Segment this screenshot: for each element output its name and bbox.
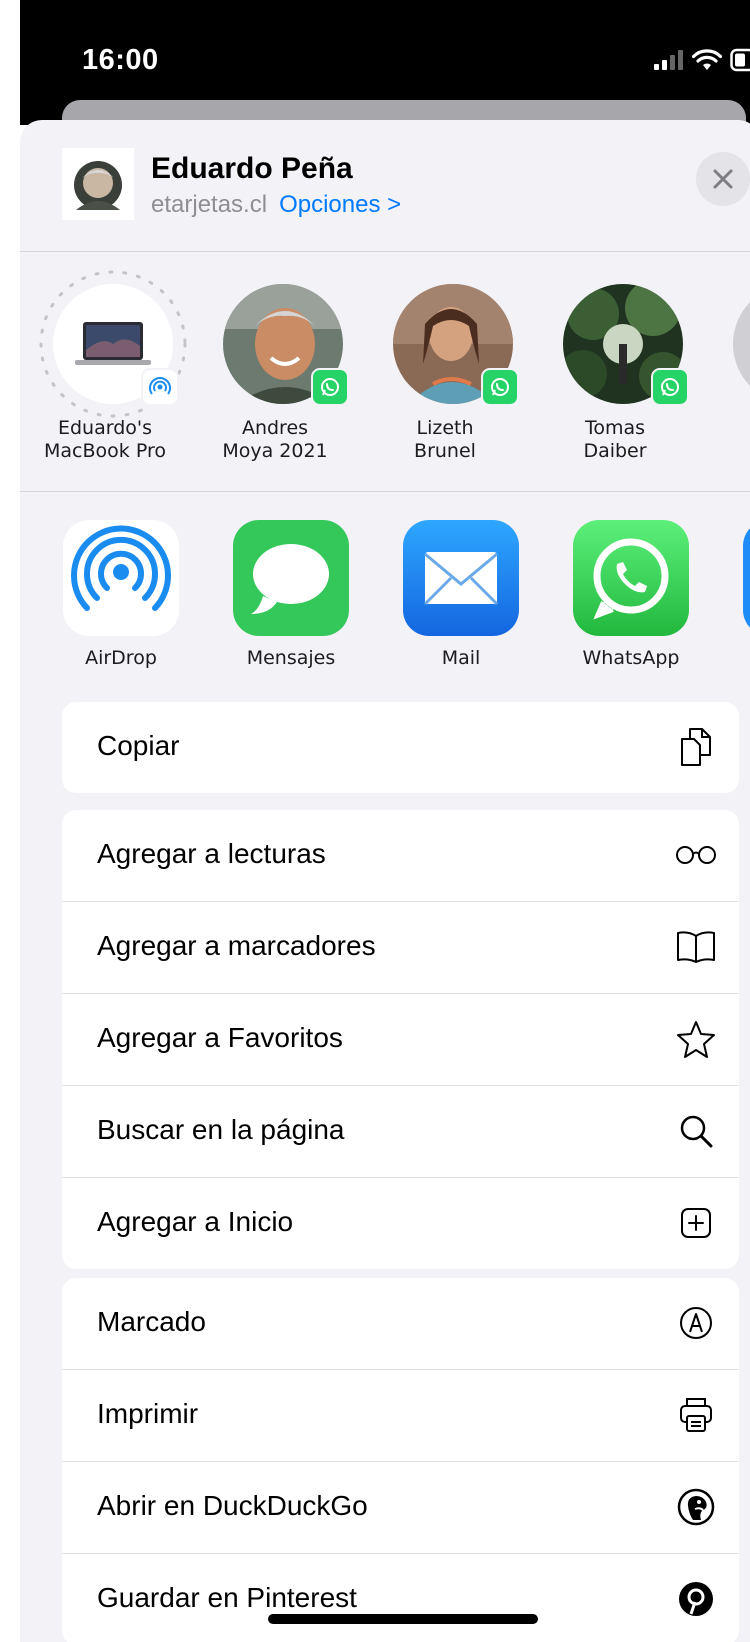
- action-label: Abrir en DuckDuckGo: [97, 1490, 368, 1521]
- action-label: Guardar en Pinterest: [97, 1582, 357, 1613]
- contact-name: Andres Moya 2021: [222, 417, 328, 462]
- action-label: Marcado: [97, 1306, 206, 1337]
- action-label: Agregar a marcadores: [97, 930, 376, 961]
- contact-lizeth[interactable]: Lizeth Brunel: [360, 251, 530, 491]
- duckduckgo-icon: [677, 1488, 715, 1526]
- airdrop-icon: [149, 377, 171, 395]
- action-agregar-lecturas[interactable]: Agregar a lecturas: [62, 810, 739, 902]
- add-square-icon: [681, 1208, 711, 1238]
- action-agregar-marcadores[interactable]: Agregar a marcadores: [62, 902, 739, 994]
- close-icon: [713, 169, 733, 189]
- app-label: Mail: [441, 647, 481, 669]
- app-label: WhatsApp: [582, 647, 680, 669]
- page-domain: etarjetas.cl: [151, 191, 268, 218]
- app-whatsapp[interactable]: WhatsApp: [538, 520, 708, 680]
- airdrop-icon: [71, 525, 171, 611]
- contact-andres[interactable]: Andres Moya 2021: [190, 251, 360, 491]
- contact-tomas[interactable]: Tomas Daiber: [530, 251, 700, 491]
- battery-icon: [730, 48, 750, 72]
- contact-name: Tomas Daiber: [583, 417, 647, 462]
- whatsapp-badge: [651, 368, 689, 406]
- whatsapp-icon: [661, 378, 679, 396]
- contact-partial[interactable]: [700, 251, 750, 491]
- app-mail[interactable]: Mail: [368, 520, 538, 680]
- status-icons: [654, 46, 750, 74]
- contact-name: Eduardo's MacBook Pro: [44, 417, 166, 462]
- home-indicator[interactable]: [268, 1614, 538, 1624]
- action-group-3: Marcado Imprimir Abrir en DuckDuckGo Gua…: [62, 1278, 739, 1642]
- pinterest-icon: [679, 1582, 713, 1616]
- action-marcado[interactable]: Marcado: [62, 1278, 739, 1370]
- mail-icon: [423, 552, 499, 606]
- printer-icon: [680, 1398, 712, 1432]
- action-label: Agregar a lecturas: [97, 838, 326, 869]
- whatsapp-badge: [311, 368, 349, 406]
- wifi-icon: [692, 49, 722, 70]
- close-button[interactable]: [696, 152, 750, 206]
- contact-name: Lizeth Brunel: [414, 417, 476, 462]
- action-buscar-pagina[interactable]: Buscar en la página: [62, 1086, 739, 1178]
- whatsapp-icon: [593, 538, 669, 620]
- avatar: [733, 284, 750, 404]
- app-mensajes[interactable]: Mensajes: [198, 520, 368, 680]
- page-subtitle: etarjetas.cl Opciones >: [151, 191, 401, 219]
- action-guardar-pinterest[interactable]: Guardar en Pinterest: [62, 1554, 739, 1642]
- action-agregar-inicio[interactable]: Agregar a Inicio: [62, 1178, 739, 1269]
- status-time: 16:00: [82, 44, 159, 76]
- whatsapp-icon: [321, 378, 339, 396]
- star-icon: [677, 1021, 715, 1058]
- action-label: Imprimir: [97, 1398, 199, 1429]
- app-partial[interactable]: [708, 520, 750, 680]
- action-imprimir[interactable]: Imprimir: [62, 1370, 739, 1462]
- whatsapp-badge: [481, 368, 519, 406]
- share-header: Eduardo Peña etarjetas.cl Opciones >: [20, 120, 750, 252]
- action-label: Copiar: [97, 730, 180, 761]
- share-sheet-screen: 16:00 Eduardo Peña etarjetas.cl Opciones…: [0, 0, 750, 1642]
- action-abrir-duckduckgo[interactable]: Abrir en DuckDuckGo: [62, 1462, 739, 1554]
- action-label: Buscar en la página: [97, 1114, 345, 1145]
- book-icon: [677, 931, 715, 963]
- whatsapp-icon: [491, 378, 509, 396]
- app-airdrop[interactable]: AirDrop: [28, 520, 198, 680]
- contact-macbook[interactable]: Eduardo's MacBook Pro: [20, 251, 190, 491]
- app-label: Mensajes: [246, 647, 336, 669]
- action-group-1: Copiar: [62, 702, 739, 793]
- action-group-2: Agregar a lecturas Agregar a marcadores: [62, 810, 739, 1269]
- glasses-icon: [676, 846, 716, 864]
- action-label: Agregar a Favoritos: [97, 1022, 343, 1053]
- options-link[interactable]: Opciones >: [279, 191, 401, 218]
- cellular-signal-icon: [654, 50, 683, 70]
- suggested-contacts: Eduardo's MacBook Pro Andres Moya 2021 L…: [20, 251, 750, 492]
- app-label: AirDrop: [85, 647, 157, 669]
- page-title: Eduardo Peña: [151, 152, 353, 185]
- share-apps: AirDrop Mensajes Mail WhatsApp: [20, 492, 750, 692]
- messages-icon: [251, 544, 329, 614]
- action-copiar[interactable]: Copiar: [62, 702, 739, 793]
- action-label: Agregar a Inicio: [97, 1206, 294, 1237]
- copy-icon: [681, 728, 711, 766]
- markup-icon: [680, 1307, 712, 1339]
- action-agregar-favoritos[interactable]: Agregar a Favoritos: [62, 994, 739, 1086]
- page-thumbnail: [62, 148, 134, 220]
- airdrop-badge: [141, 368, 179, 406]
- share-sheet: Eduardo Peña etarjetas.cl Opciones > Edu…: [20, 120, 750, 1642]
- search-icon: [680, 1115, 713, 1148]
